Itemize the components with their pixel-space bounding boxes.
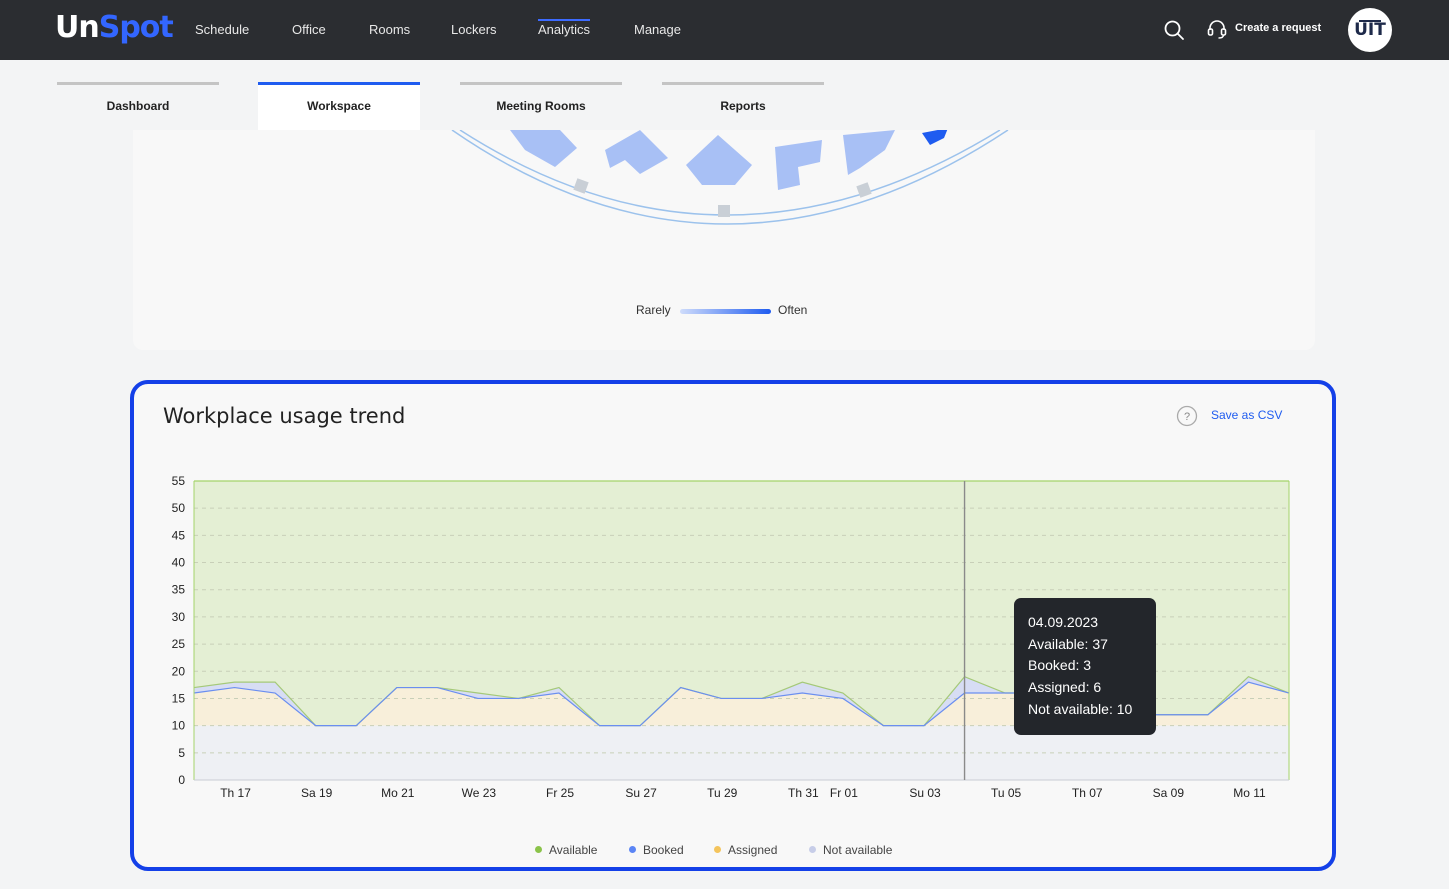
search-icon[interactable] [1163,19,1185,41]
analytics-subtabs: Dashboard Workspace Meeting Rooms Report… [0,60,1449,130]
tooltip-date: 04.09.2023 [1028,614,1099,630]
tooltip-not-available: Not available: 10 [1028,700,1133,717]
legend-dot-booked [629,846,636,853]
x-tick-label: We 23 [462,786,497,800]
y-tick-label-25: 25 [172,637,186,651]
top-navigation-bar: UnSpot Schedule Office Rooms Lockers Ana… [0,0,1449,60]
x-tick-label: Su 03 [909,786,941,800]
legend-label-booked: Booked [643,843,684,857]
usage-trend-card: Workplace usage trend ? Save as CSV 0 5 10… [130,380,1336,871]
tab-workspace[interactable]: Workspace [258,82,420,130]
legend-dot-not-available [809,846,816,853]
nav-analytics[interactable]: Analytics [538,19,591,37]
tooltip-available: Available: 37 [1028,635,1108,652]
x-tick-label: Th 17 [220,786,251,800]
legend-item-available[interactable]: Available [535,843,597,857]
y-tick-label-5: 5 [178,746,185,760]
x-tick-label: Sa 19 [301,786,333,800]
headset-icon[interactable] [1206,18,1228,40]
tab-reports[interactable]: Reports [662,82,824,130]
tooltip-assigned: Assigned: 6 [1028,679,1102,696]
tooltip-booked: Booked: 3 [1028,657,1092,674]
x-tick-label: Mo 11 [1233,786,1266,800]
tab-dashboard[interactable]: Dashboard [57,82,219,130]
chart-legend: Available Booked Assigned Not available [134,843,1332,861]
x-tick-label: Th 07 [1072,786,1103,800]
legend-item-assigned[interactable]: Assigned [714,843,777,857]
legend-dot-available [535,846,542,853]
nav-office[interactable]: Office [292,22,326,37]
nav-schedule[interactable]: Schedule [195,22,249,37]
y-tick-label-35: 35 [172,583,186,597]
nav-manage[interactable]: Manage [634,22,681,37]
logo-text-un: Un [55,10,100,45]
x-tick-label: Mo 21 [381,786,415,800]
x-tick-label: Fr 01 [830,786,858,800]
y-tick-label-55: 55 [172,474,186,488]
legend-item-booked[interactable]: Booked [629,843,684,857]
avatar[interactable]: UIT [1348,8,1392,52]
create-request-link[interactable]: Create a request [1235,22,1321,34]
logo-text-spot: Spot [98,10,174,45]
scale-gradient-bar [680,309,771,314]
nav-rooms[interactable]: Rooms [369,22,410,37]
x-tick-label: Sa 09 [1153,786,1185,800]
scale-label-rarely: Rarely [636,303,671,317]
scale-label-often: Often [778,303,808,317]
legend-label-assigned: Assigned [728,843,778,857]
x-tick-label: Th 31 [788,786,819,800]
y-tick-label-45: 45 [172,528,186,542]
nav-lockers[interactable]: Lockers [451,22,497,37]
y-tick-label-20: 20 [172,664,186,678]
legend-item-not-available[interactable]: Not available [809,843,892,857]
y-tick-label-40: 40 [172,556,186,570]
x-tick-label: Su 27 [625,786,657,800]
chart-tooltip: 04.09.2023 Available: 37 Booked: 3 Assig… [1014,598,1156,735]
x-tick-label: Tu 29 [707,786,738,800]
tab-meeting-rooms[interactable]: Meeting Rooms [460,82,622,130]
y-tick-label-10: 10 [172,719,186,733]
y-tick-label-15: 15 [172,691,186,705]
y-tick-label-50: 50 [172,501,186,515]
legend-label-available: Available [549,843,598,857]
y-tick-label-30: 30 [172,610,186,624]
legend-label-not-available: Not available [823,843,893,857]
x-tick-label: Fr 25 [546,786,574,800]
y-tick-label-0: 0 [178,773,185,787]
legend-dot-assigned [714,846,721,853]
x-tick-label: Tu 05 [991,786,1022,800]
unspot-logo[interactable]: UnSpot [55,10,174,45]
